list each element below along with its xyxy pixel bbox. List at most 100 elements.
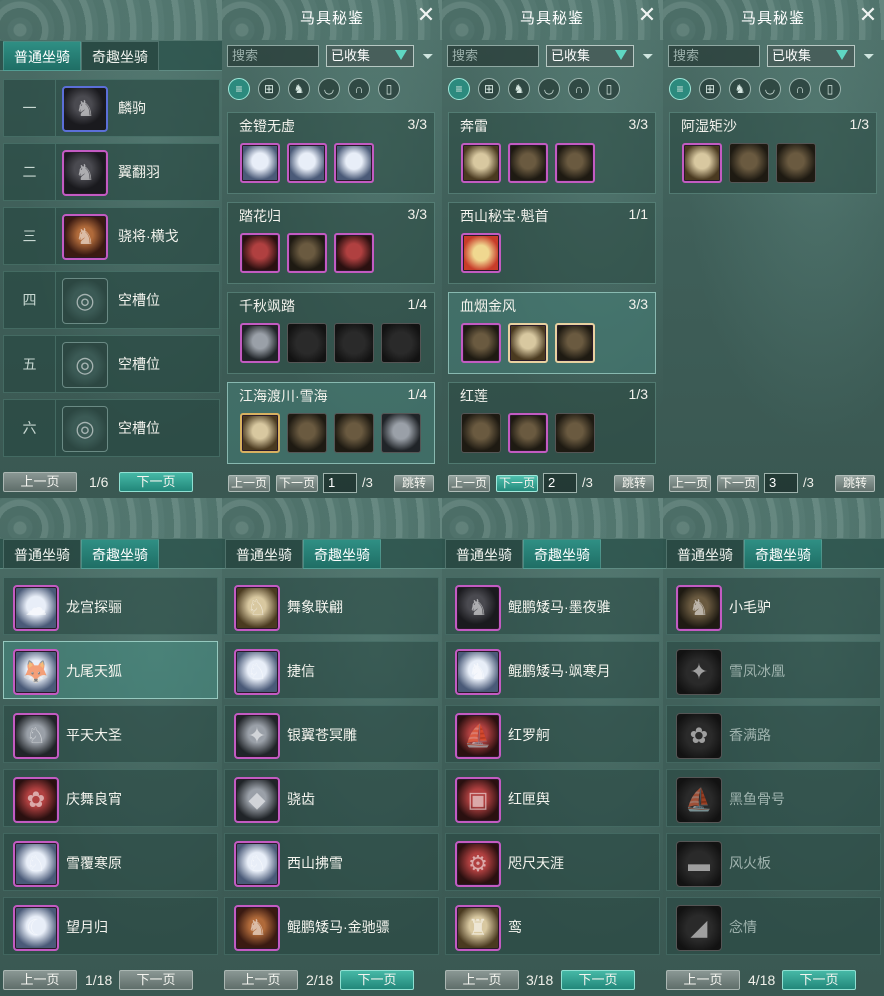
horse-head-icon[interactable]: ♞ [508, 78, 530, 100]
gold-bridle-icon[interactable] [461, 143, 501, 183]
grid-view-icon[interactable]: ⊞ [258, 78, 280, 100]
collected-filter-select[interactable]: 已收集 [546, 45, 634, 67]
fun-mount-row[interactable]: ♘ 雪覆寒原 [3, 833, 218, 891]
fun-mount-row[interactable]: ☾ 望月归 [3, 897, 218, 955]
prev-page-button[interactable]: 上一页 [448, 475, 490, 492]
fun-mount-row[interactable]: ♘ 捷信 [224, 641, 439, 699]
mount-slot-row[interactable]: 一 ♞ 麟驹 [3, 79, 220, 137]
list-view-icon[interactable]: ≡ [228, 78, 250, 100]
list-view-icon[interactable]: ≡ [448, 78, 470, 100]
armor-icon[interactable]: ▯ [819, 78, 841, 100]
page-number-input[interactable]: 2 [543, 473, 577, 493]
gold-saddle-icon[interactable] [508, 143, 548, 183]
gold-armor-icon[interactable] [555, 143, 595, 183]
search-input[interactable]: 搜索 [668, 45, 760, 67]
saddle-icon[interactable] [508, 413, 548, 453]
white-saddle-icon[interactable] [287, 143, 327, 183]
page-number-input[interactable]: 3 [764, 473, 798, 493]
gold-bridle-icon[interactable] [240, 413, 280, 453]
gear-set-card[interactable]: 西山秘宝·魁首 1/1 [448, 202, 656, 284]
locked-armor-icon[interactable] [555, 413, 595, 453]
fun-mount-row[interactable]: ♜ 鸾 [445, 897, 660, 955]
gear-set-card[interactable]: 红莲 1/3 [448, 382, 656, 464]
white-gear-icon[interactable] [240, 143, 280, 183]
prev-page-button[interactable]: 上一页 [224, 970, 298, 990]
gear-set-card[interactable]: 江海渡川·雪海 1/4 [227, 382, 435, 464]
tab-fun-mount[interactable]: 奇趣坐骑 [81, 41, 159, 71]
mount-slot-row[interactable]: 三 ♞ 骁将·横戈 [3, 207, 220, 265]
horse-head-icon[interactable]: ♞ [288, 78, 310, 100]
locked-saddle-icon[interactable] [287, 413, 327, 453]
tab-normal-mount[interactable]: 普通坐骑 [3, 539, 81, 569]
funnel-icon[interactable]: ⏷ [640, 46, 656, 66]
jump-button[interactable]: 跳转 [614, 475, 654, 492]
locked-armor-icon[interactable] [334, 323, 374, 363]
saddle-icon[interactable]: ◡ [538, 78, 560, 100]
collected-filter-select[interactable]: 已收集 [767, 45, 855, 67]
fun-mount-row[interactable]: ♞ 鲲鹏矮马·金驰骠 [224, 897, 439, 955]
grid-view-icon[interactable]: ⊞ [699, 78, 721, 100]
next-page-button[interactable]: 下一页 [119, 970, 193, 990]
search-input[interactable]: 搜索 [447, 45, 539, 67]
brown-saddle-icon[interactable] [287, 233, 327, 273]
fun-mount-row[interactable]: ◆ 骁齿 [224, 769, 439, 827]
locked-ornament-icon[interactable] [381, 413, 421, 453]
page-number-input[interactable]: 1 [323, 473, 357, 493]
fun-mount-row[interactable]: ✿ 香满路 [666, 705, 881, 763]
tab-fun-mount[interactable]: 奇趣坐骑 [744, 539, 822, 569]
fun-mount-row[interactable]: ✦ 雪凤冰凰 [666, 641, 881, 699]
gear-set-card[interactable]: 奔雷 3/3 [448, 112, 656, 194]
tab-normal-mount[interactable]: 普通坐骑 [3, 41, 81, 71]
tab-fun-mount[interactable]: 奇趣坐骑 [81, 539, 159, 569]
locked-armor-icon[interactable] [776, 143, 816, 183]
mount-slot-row[interactable]: 六 ◎ 空槽位 [3, 399, 220, 457]
fun-mount-row[interactable]: ✿ 庆舞良宵 [3, 769, 218, 827]
tab-normal-mount[interactable]: 普通坐骑 [225, 539, 303, 569]
prev-page-button[interactable]: 上一页 [445, 970, 519, 990]
saddle-icon[interactable]: ◡ [759, 78, 781, 100]
prev-page-button[interactable]: 上一页 [3, 970, 77, 990]
next-page-button[interactable]: 下一页 [496, 475, 538, 492]
next-page-button[interactable]: 下一页 [340, 970, 414, 990]
fun-mount-row[interactable]: ♞ 鲲鹏矮马·墨夜骓 [445, 577, 660, 635]
fun-mount-row[interactable]: ♘ 平天大圣 [3, 705, 218, 763]
gear-set-card[interactable]: 阿湿矩沙 1/3 [669, 112, 877, 194]
jump-button[interactable]: 跳转 [394, 475, 434, 492]
horse-head-icon[interactable]: ♞ [729, 78, 751, 100]
saddle-icon[interactable] [508, 323, 548, 363]
search-input[interactable]: 搜索 [227, 45, 319, 67]
next-page-button[interactable]: 下一页 [717, 475, 759, 492]
steel-bridle-icon[interactable] [240, 323, 280, 363]
next-page-button[interactable]: 下一页 [561, 970, 635, 990]
prev-page-button[interactable]: 上一页 [228, 475, 270, 492]
horseshoe-icon[interactable]: ∩ [568, 78, 590, 100]
mount-slot-row[interactable]: 二 ♞ 翼翻羽 [3, 143, 220, 201]
fun-mount-row[interactable]: ◢ 念情 [666, 897, 881, 955]
next-page-button[interactable]: 下一页 [276, 475, 318, 492]
armor-icon[interactable] [555, 323, 595, 363]
fun-mount-row[interactable]: ♘ 西山拂雪 [224, 833, 439, 891]
white-stirrup-icon[interactable] [334, 143, 374, 183]
token-icon[interactable] [461, 233, 501, 273]
close-icon[interactable]: ✕ [415, 4, 437, 26]
close-icon[interactable]: ✕ [636, 4, 658, 26]
locked-saddle-icon[interactable] [287, 323, 327, 363]
fun-mount-row[interactable]: ⛵ 黑鱼骨号 [666, 769, 881, 827]
gear-set-card[interactable]: 血烟金风 3/3 [448, 292, 656, 374]
saddle-icon[interactable]: ◡ [318, 78, 340, 100]
close-icon[interactable]: ✕ [857, 4, 879, 26]
locked-bridle-icon[interactable] [461, 413, 501, 453]
fun-mount-row[interactable]: ⚙ 咫尺天涯 [445, 833, 660, 891]
fun-mount-row[interactable]: ♞ 鲲鹏矮马·飒寒月 [445, 641, 660, 699]
locked-saddle-icon[interactable] [729, 143, 769, 183]
fun-mount-row[interactable]: ☁ 龙宫探骊 [3, 577, 218, 635]
funnel-icon[interactable]: ⏷ [861, 46, 877, 66]
bridle-icon[interactable] [461, 323, 501, 363]
fun-mount-row[interactable]: 🦊 九尾天狐 [3, 641, 218, 699]
collected-filter-select[interactable]: 已收集 [326, 45, 414, 67]
tab-normal-mount[interactable]: 普通坐骑 [666, 539, 744, 569]
tab-fun-mount[interactable]: 奇趣坐骑 [303, 539, 381, 569]
red-armor-icon[interactable] [334, 233, 374, 273]
prev-page-button[interactable]: 上一页 [3, 472, 77, 492]
red-bridle-icon[interactable] [240, 233, 280, 273]
